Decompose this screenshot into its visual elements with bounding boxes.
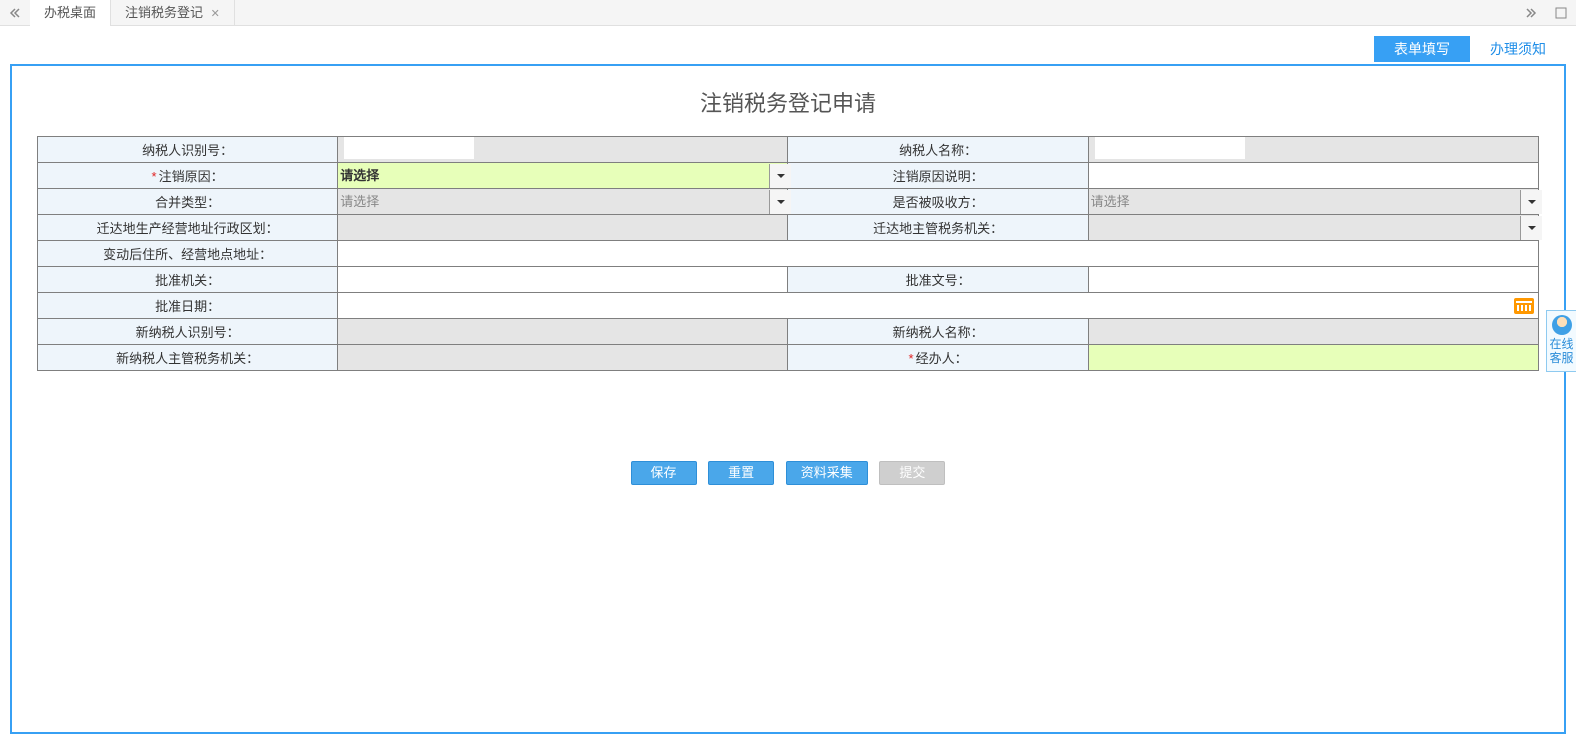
label-taxpayer-name: 纳税人名称： — [788, 137, 1088, 163]
maximize-button[interactable] — [1546, 0, 1576, 26]
tabs-scroll-left[interactable] — [0, 0, 30, 26]
chevron-down-icon[interactable] — [1520, 190, 1542, 214]
tab-cancel-tax-reg[interactable]: 注销税务登记 ✕ — [111, 0, 235, 26]
select-cancel-reason[interactable]: 请选择 — [338, 163, 788, 189]
chevron-down-icon[interactable] — [1520, 216, 1542, 240]
form-frame: 注销税务登记申请 纳税人识别号： 纳税人名称： *注销原因： 请选择 — [10, 64, 1566, 734]
label-merge-type: 合并类型： — [38, 189, 338, 215]
label-new-taxpayer-name: 新纳税人名称： — [788, 319, 1088, 345]
input-cancel-reason-desc[interactable] — [1088, 163, 1538, 189]
label-approval-date: 批准日期： — [38, 293, 338, 319]
tabs-scroll-right[interactable] — [1516, 0, 1546, 26]
label-new-taxpayer-id: 新纳税人识别号： — [38, 319, 338, 345]
window-tabs: 办税桌面 注销税务登记 ✕ — [30, 0, 235, 26]
label-move-admin-division: 迁达地生产经营地址行政区划： — [38, 215, 338, 241]
value-new-taxpayer-name — [1088, 319, 1538, 345]
calendar-icon[interactable] — [1514, 298, 1534, 314]
select-value — [1085, 216, 1520, 240]
label-changed-address: 变动后住所、经营地点地址： — [38, 241, 338, 267]
reset-button[interactable]: 重置 — [708, 461, 774, 485]
select-absorbed[interactable]: 请选择 — [1088, 189, 1538, 215]
input-operator[interactable] — [1088, 345, 1538, 371]
support-avatar-icon — [1552, 315, 1572, 335]
select-value: 请选择 — [334, 164, 769, 188]
label-cancel-reason: *注销原因： — [38, 163, 338, 189]
online-help-toggle[interactable]: 在线客服 — [1546, 310, 1576, 372]
submit-button: 提交 — [879, 461, 945, 485]
close-icon[interactable]: ✕ — [211, 8, 220, 20]
save-button[interactable]: 保存 — [631, 461, 697, 485]
label-new-tax-authority: 新纳税人主管税务机关： — [38, 345, 338, 371]
page-tab-form-fill[interactable]: 表单填写 — [1374, 36, 1470, 62]
value-taxpayer-id — [338, 137, 788, 163]
chevron-down-icon[interactable] — [769, 164, 791, 188]
form-table: 纳税人识别号： 纳税人名称： *注销原因： 请选择 注销原因说 — [37, 136, 1539, 371]
page-tab-notice[interactable]: 办理须知 — [1470, 36, 1566, 62]
tab-label: 注销税务登记 — [125, 5, 203, 20]
label-cancel-reason-desc: 注销原因说明： — [788, 163, 1088, 189]
label-approval-org: 批准机关： — [38, 267, 338, 293]
select-placeholder: 请选择 — [1085, 190, 1520, 214]
tab-tax-desktop[interactable]: 办税桌面 — [30, 0, 111, 26]
input-approval-no[interactable] — [1088, 267, 1538, 293]
window-tab-bar: 办税桌面 注销税务登记 ✕ — [0, 0, 1576, 26]
page-tabs: 表单填写 办理须知 — [10, 36, 1566, 64]
chevron-right-double-icon — [1525, 7, 1537, 19]
help-label: 在线客服 — [1549, 337, 1574, 365]
label-operator: *经办人： — [788, 345, 1088, 371]
select-move-tax-authority[interactable] — [1088, 215, 1538, 241]
input-approval-date[interactable] — [338, 293, 1539, 319]
select-merge-type[interactable]: 请选择 — [338, 189, 788, 215]
value-move-admin-division — [338, 215, 788, 241]
value-new-tax-authority — [338, 345, 788, 371]
select-placeholder: 请选择 — [334, 190, 769, 214]
chevron-left-double-icon — [9, 7, 21, 19]
value-taxpayer-name — [1088, 137, 1538, 163]
label-move-tax-authority: 迁达地主管税务机关： — [788, 215, 1088, 241]
label-taxpayer-id: 纳税人识别号： — [38, 137, 338, 163]
input-changed-address[interactable] — [338, 241, 1539, 267]
input-approval-org[interactable] — [338, 267, 788, 293]
chevron-down-icon[interactable] — [769, 190, 791, 214]
tab-label: 办税桌面 — [44, 5, 96, 20]
label-approval-no: 批准文号： — [788, 267, 1088, 293]
label-absorbed: 是否被吸收方： — [788, 189, 1088, 215]
value-new-taxpayer-id — [338, 319, 788, 345]
maximize-icon — [1555, 7, 1567, 19]
action-buttons: 保存 重置 资料采集 提交 — [37, 461, 1539, 485]
collect-button[interactable]: 资料采集 — [786, 461, 868, 485]
page-title: 注销税务登记申请 — [37, 86, 1539, 118]
